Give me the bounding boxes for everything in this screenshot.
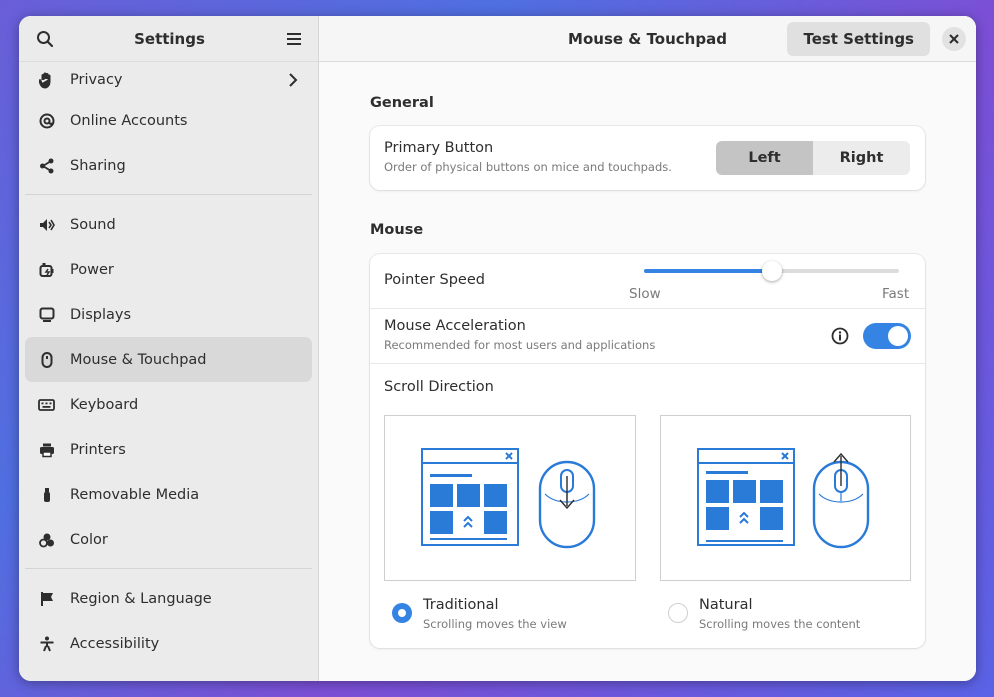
sidebar-item-keyboard[interactable]: Keyboard xyxy=(25,382,312,427)
traditional-subtitle: Scrolling moves the view xyxy=(423,617,567,631)
color-icon xyxy=(38,531,55,548)
sidebar-item-label: Removable Media xyxy=(70,486,200,503)
flag-icon xyxy=(38,590,55,607)
mouse-acceleration-row: Mouse Acceleration Recommended for most … xyxy=(384,318,655,352)
sidebar-item-accessibility[interactable]: Accessibility xyxy=(25,621,312,666)
left-button[interactable]: Left xyxy=(716,141,813,175)
row-divider xyxy=(370,308,925,309)
mouse-icon xyxy=(38,351,55,368)
mouse-acceleration-subtitle: Recommended for most users and applicati… xyxy=(384,338,656,352)
mouse-section-title: Mouse xyxy=(370,222,424,238)
sidebar-item-sharing[interactable]: Sharing xyxy=(25,143,312,188)
right-button[interactable]: Right xyxy=(813,141,910,175)
close-icon xyxy=(949,34,959,44)
sidebar-item-region-language[interactable]: Region & Language xyxy=(25,576,312,621)
hand-icon xyxy=(38,72,55,89)
power-icon xyxy=(38,261,55,278)
content-header: Mouse & Touchpad Test Settings xyxy=(319,16,976,62)
sidebar-item-privacy[interactable]: Privacy xyxy=(25,62,312,98)
primary-button-subtitle: Order of physical buttons on mice and to… xyxy=(384,160,672,174)
sidebar-item-label: Color xyxy=(70,531,108,548)
sidebar-item-printers[interactable]: Printers xyxy=(25,427,312,472)
pointer-speed-fill xyxy=(644,269,772,273)
info-icon xyxy=(831,327,849,345)
slow-label: Slow xyxy=(629,286,661,302)
general-section-title: General xyxy=(370,95,434,111)
sidebar-item-label: Sharing xyxy=(70,157,126,174)
speaker-icon xyxy=(38,216,55,233)
row-divider xyxy=(370,363,925,364)
scroll-direction-title: Scroll Direction xyxy=(384,379,494,395)
info-button[interactable] xyxy=(831,327,849,345)
sidebar-item-color[interactable]: Color xyxy=(25,517,312,562)
share-icon xyxy=(38,157,55,174)
sidebar-header: Settings xyxy=(19,16,318,62)
sidebar-item-label: Mouse & Touchpad xyxy=(70,351,207,368)
natural-scroll-image xyxy=(697,448,870,549)
at-icon xyxy=(38,112,55,129)
traditional-title: Traditional xyxy=(423,597,499,613)
sidebar-separator xyxy=(25,568,312,569)
mouse-acceleration-switch[interactable] xyxy=(863,323,911,349)
natural-subtitle: Scrolling moves the content xyxy=(699,617,861,631)
sidebar-item-displays[interactable]: Displays xyxy=(25,292,312,337)
sidebar-list: Privacy Online Accounts Sharing Sound Po… xyxy=(19,62,318,666)
display-icon xyxy=(38,306,55,323)
close-button[interactable] xyxy=(942,27,966,51)
sidebar-item-label: Online Accounts xyxy=(70,112,188,129)
sidebar-item-removable-media[interactable]: Removable Media xyxy=(25,472,312,517)
accessibility-icon xyxy=(38,635,55,652)
hamburger-icon xyxy=(287,32,301,45)
sidebar-item-label: Sound xyxy=(70,216,116,233)
sidebar-item-label: Accessibility xyxy=(70,635,160,652)
sidebar-title: Settings xyxy=(134,29,205,48)
sidebar-item-mouse-touchpad[interactable]: Mouse & Touchpad xyxy=(25,337,312,382)
sidebar-item-label: Region & Language xyxy=(70,590,212,607)
sidebar-item-online-accounts[interactable]: Online Accounts xyxy=(25,98,312,143)
traditional-scroll-image xyxy=(421,448,596,549)
primary-button-title: Primary Button xyxy=(384,140,494,156)
natural-radio[interactable] xyxy=(668,603,688,623)
primary-button-row: Primary Button Order of physical buttons… xyxy=(384,140,672,174)
sidebar-item-label: Privacy xyxy=(70,72,123,88)
mouse-acceleration-title: Mouse Acceleration xyxy=(384,318,526,334)
content-pane: Mouse & Touchpad Test Settings General P… xyxy=(319,16,976,681)
pointer-speed-slider-handle[interactable] xyxy=(762,261,782,281)
sidebar-item-label: Power xyxy=(70,261,114,278)
test-settings-button[interactable]: Test Settings xyxy=(787,22,930,56)
printer-icon xyxy=(38,441,55,458)
sidebar-separator xyxy=(25,194,312,195)
settings-window: Settings Privacy Online Accounts Sharing xyxy=(19,16,976,681)
fast-label: Fast xyxy=(882,286,910,302)
sidebar-item-label: Displays xyxy=(70,306,132,323)
natural-title: Natural xyxy=(699,597,753,613)
pointer-speed-title: Pointer Speed xyxy=(384,272,485,288)
traditional-radio[interactable] xyxy=(392,603,412,623)
mouse-card: Pointer Speed Slow Fast Mouse Accelerati… xyxy=(370,254,925,648)
keyboard-icon xyxy=(38,396,55,413)
sidebar-item-label: Keyboard xyxy=(70,396,139,413)
usb-icon xyxy=(38,486,55,503)
menu-button[interactable] xyxy=(282,27,306,51)
natural-illustration[interactable] xyxy=(660,415,911,581)
page-title: Mouse & Touchpad xyxy=(568,29,727,48)
switch-knob xyxy=(888,326,908,346)
sidebar-item-sound[interactable]: Sound xyxy=(25,202,312,247)
traditional-illustration[interactable] xyxy=(384,415,636,581)
general-card: Primary Button Order of physical buttons… xyxy=(370,126,925,190)
sidebar: Settings Privacy Online Accounts Sharing xyxy=(19,16,319,681)
sidebar-item-power[interactable]: Power xyxy=(25,247,312,292)
chevron-right-icon xyxy=(288,72,298,92)
search-button[interactable] xyxy=(33,27,57,51)
search-icon xyxy=(37,30,54,47)
sidebar-item-label: Printers xyxy=(70,441,126,458)
primary-button-toggle: Left Right xyxy=(716,141,910,175)
